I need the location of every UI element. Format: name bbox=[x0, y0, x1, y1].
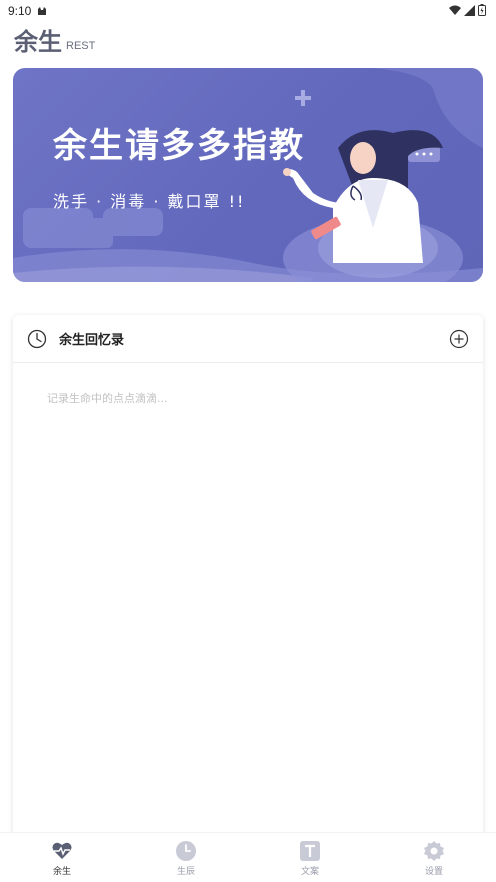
battery-icon bbox=[478, 4, 486, 16]
card-body bbox=[13, 363, 483, 430]
card-title: 余生回忆录 bbox=[59, 333, 125, 348]
notification-icon bbox=[38, 7, 47, 15]
nav-label: 生辰 bbox=[176, 867, 195, 877]
memoir-input[interactable] bbox=[47, 392, 449, 405]
clock-icon bbox=[27, 329, 47, 348]
nav-item-settings[interactable]: 设置 bbox=[372, 833, 496, 882]
status-bar: 9:10 bbox=[0, 0, 496, 22]
nav-item-yusheng[interactable]: 余生 bbox=[0, 833, 124, 882]
nav-label: 余生 bbox=[52, 867, 71, 877]
gear-icon bbox=[424, 841, 444, 861]
heart-pulse-icon bbox=[52, 842, 72, 859]
banner-illustration bbox=[13, 68, 483, 282]
plus-icon bbox=[295, 90, 311, 106]
app-header: 余生 REST bbox=[14, 26, 95, 56]
nav-item-shengchen[interactable]: 生辰 bbox=[124, 833, 248, 882]
nav-label: 设置 bbox=[424, 867, 443, 877]
world-map-dots bbox=[23, 208, 163, 248]
nav-label: 文案 bbox=[300, 867, 319, 877]
banner[interactable]: 余生请多多指教 洗手 · 消毒 · 戴口罩 !! bbox=[13, 68, 483, 282]
app-title: 余生 bbox=[14, 28, 62, 56]
app-subtitle: REST bbox=[66, 40, 96, 52]
memoir-card: 余生回忆录 bbox=[13, 315, 483, 835]
bottom-nav: 余生 生辰 文案 设置 bbox=[0, 832, 496, 882]
text-doc-icon bbox=[300, 841, 320, 861]
signal-icon bbox=[464, 4, 475, 16]
add-circle-icon[interactable] bbox=[449, 329, 469, 349]
wifi-icon bbox=[449, 5, 461, 15]
status-icons bbox=[449, 4, 486, 16]
banner-subtitle: 洗手 · 消毒 · 戴口罩 !! bbox=[53, 192, 246, 211]
card-header: 余生回忆录 bbox=[13, 315, 483, 363]
nav-item-wenan[interactable]: 文案 bbox=[248, 833, 372, 882]
clock-icon bbox=[176, 841, 196, 861]
status-time: 9:10 bbox=[8, 4, 32, 18]
banner-title: 余生请多多指教 bbox=[53, 126, 305, 166]
